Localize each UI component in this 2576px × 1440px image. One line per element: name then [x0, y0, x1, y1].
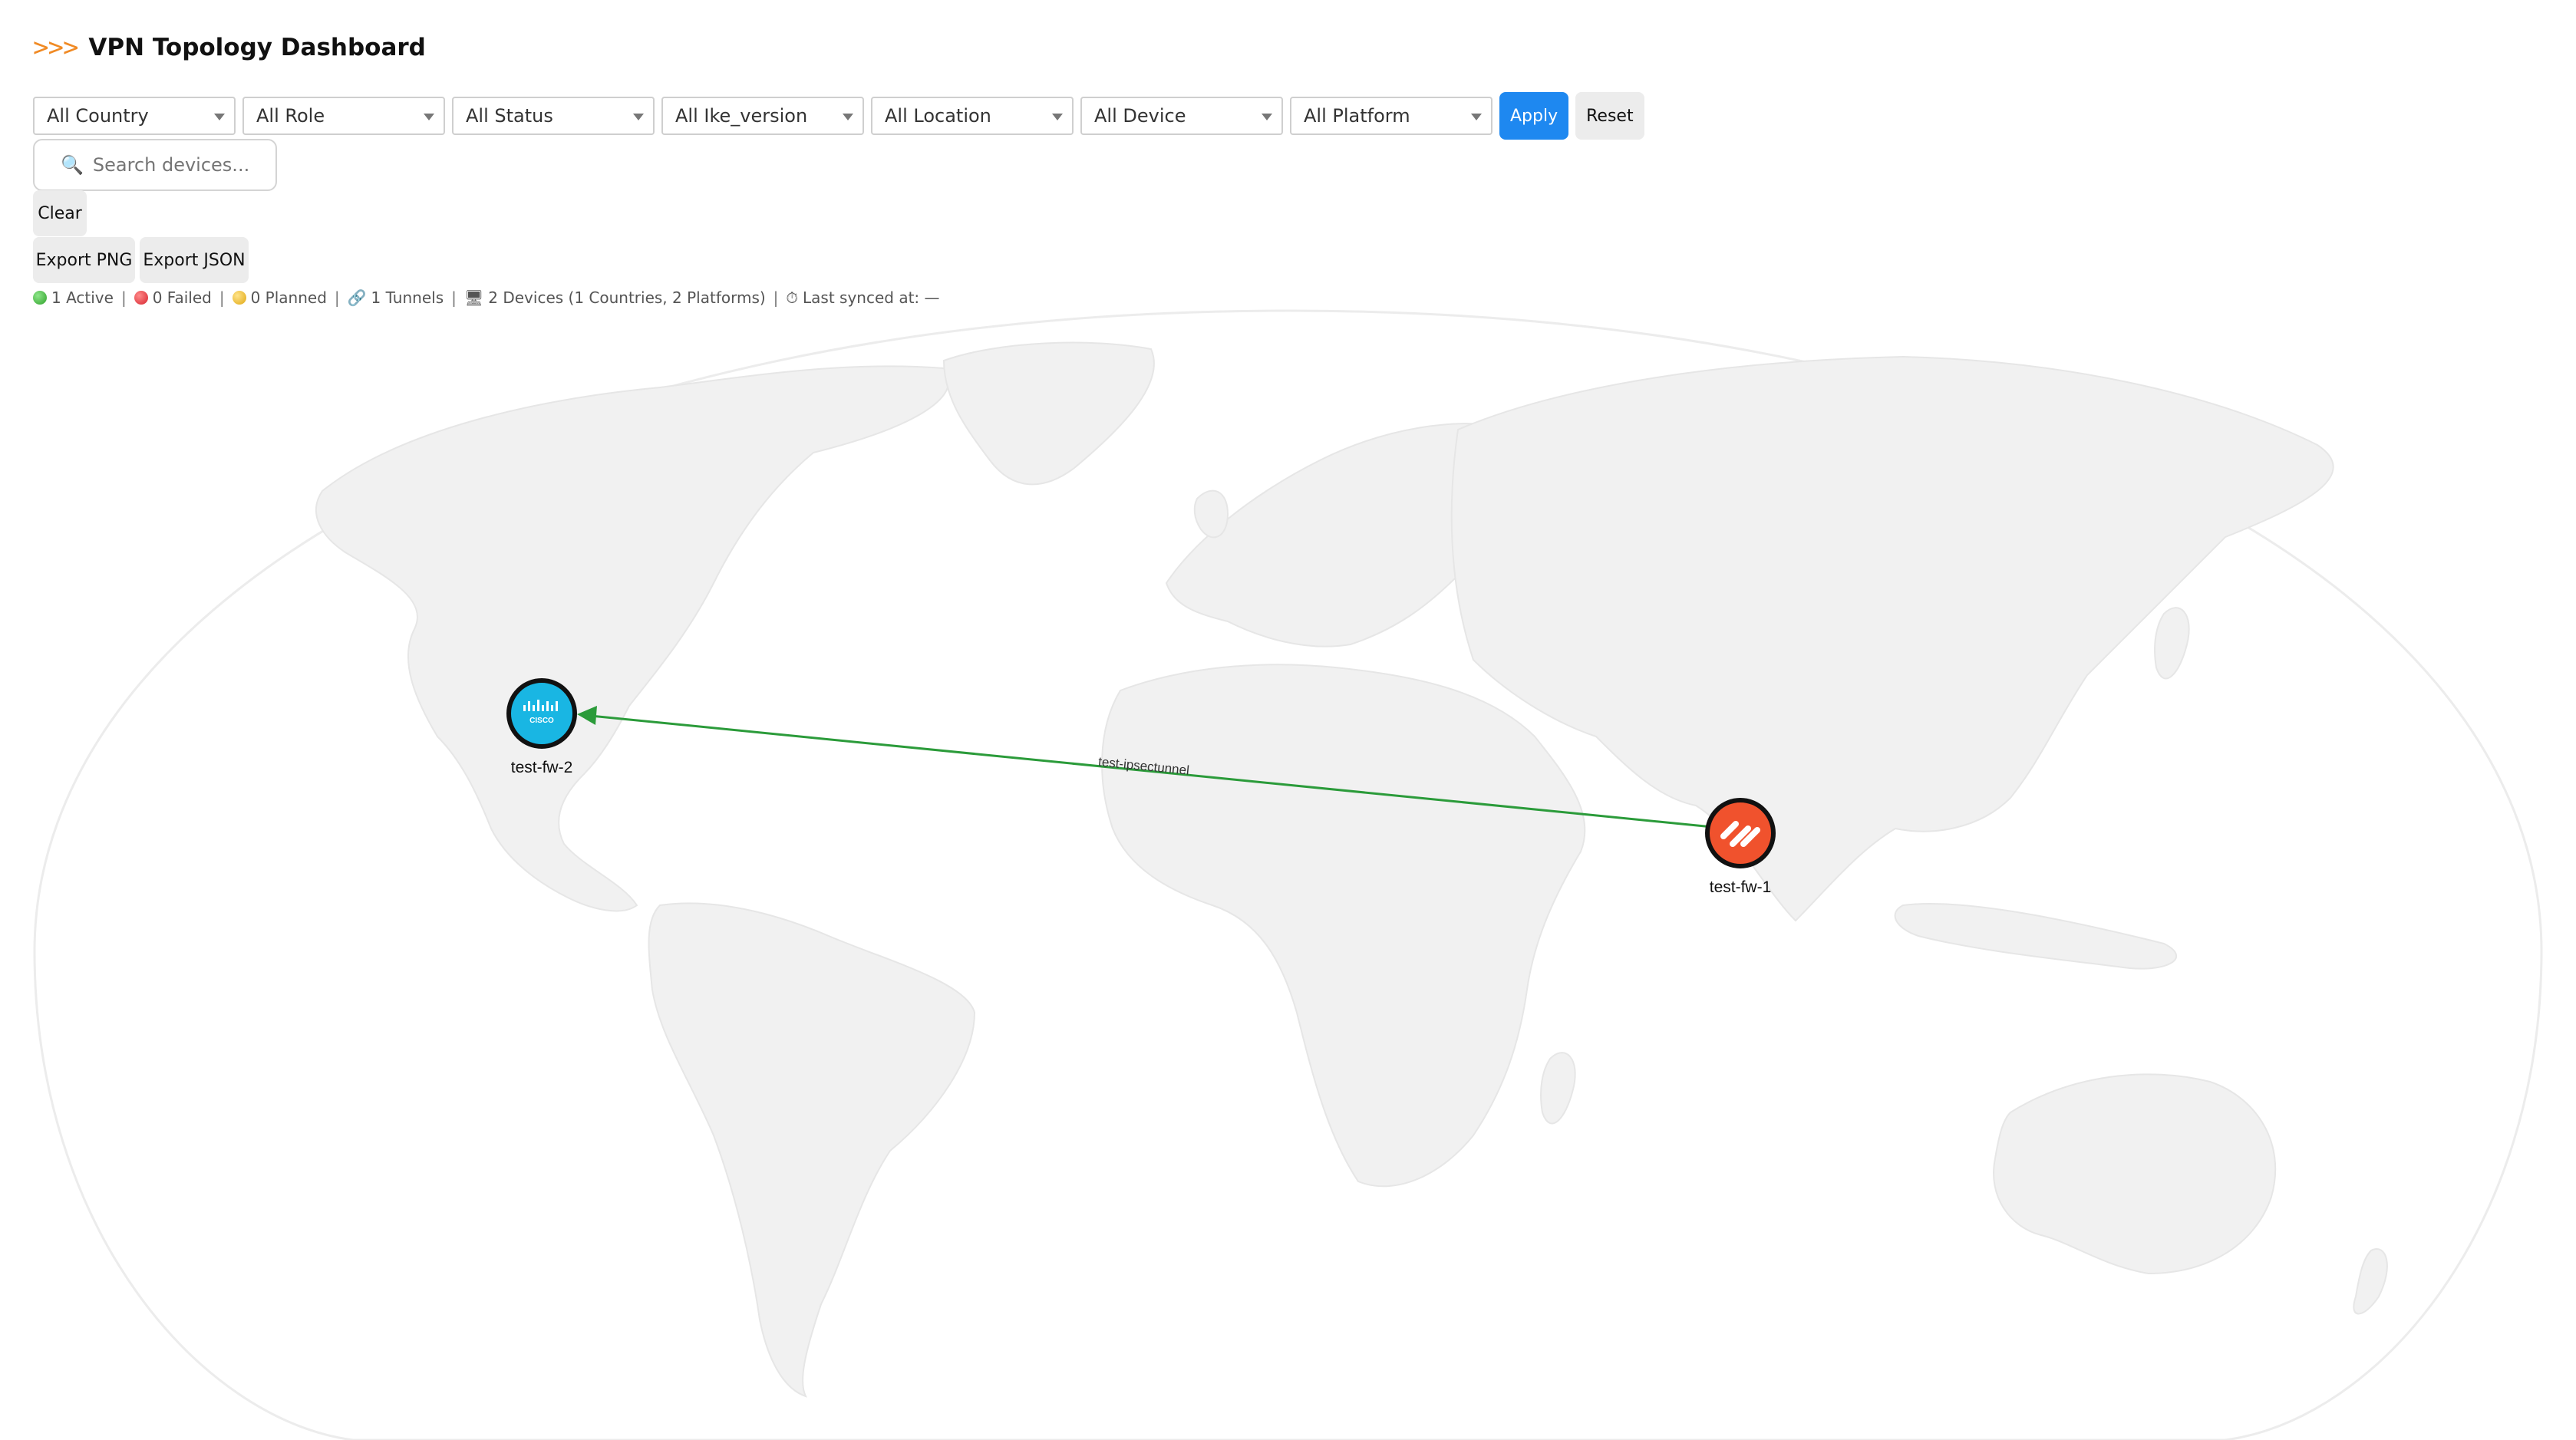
search-box[interactable]: 🔍 — [33, 139, 277, 191]
apply-button[interactable]: Apply — [1499, 92, 1569, 140]
select-label: All Ike_version — [675, 105, 808, 127]
select-label: All Status — [466, 105, 553, 127]
separator: | — [219, 288, 225, 307]
vpn-dashboard: >>> VPN Topology Dashboard All Country A… — [0, 0, 2576, 1440]
platform-filter-select[interactable]: All Platform — [1290, 97, 1492, 135]
select-label: All Location — [885, 105, 991, 127]
planned-status-icon — [232, 291, 246, 305]
country-filter-select[interactable]: All Country — [33, 97, 236, 135]
export-png-button[interactable]: Export PNG — [33, 237, 135, 283]
magnifier-icon: 🔍 — [61, 154, 84, 176]
chevron-down-icon — [1262, 114, 1272, 120]
status-bar: 1 Active | 0 Failed | 0 Planned | 🔗 1 Tu… — [33, 288, 940, 307]
select-label: All Role — [256, 105, 325, 127]
failed-status-icon — [134, 291, 148, 305]
chevrons-icon: >>> — [33, 32, 78, 63]
tunnel-count: 1 Tunnels — [371, 288, 444, 307]
topology-map[interactable]: test-ipsectunnel CISCO test-fw-2 test-fw… — [0, 307, 2576, 1440]
chevron-down-icon — [843, 114, 853, 120]
ike-version-filter-select[interactable]: All Ike_version — [661, 97, 864, 135]
active-count: 1 Active — [51, 288, 114, 307]
node-label: test-fw-2 — [511, 759, 573, 776]
cisco-logo-icon[interactable] — [506, 678, 577, 749]
device-node-test-fw-2[interactable]: CISCO test-fw-2 — [506, 678, 577, 776]
separator: | — [120, 288, 127, 307]
search-input[interactable] — [91, 153, 260, 176]
chevron-down-icon — [633, 114, 644, 120]
device-count: 2 Devices (1 Countries, 2 Platforms) — [488, 288, 766, 307]
failed-count: 0 Failed — [152, 288, 212, 307]
filter-bar: All Country All Role All Status All Ike_… — [33, 92, 1644, 140]
select-label: All Platform — [1304, 105, 1410, 127]
link-icon: 🔗 — [347, 288, 367, 307]
reset-button[interactable]: Reset — [1575, 92, 1644, 140]
monitor-icon: 🖥 — [463, 288, 484, 307]
location-filter-select[interactable]: All Location — [871, 97, 1074, 135]
chevron-down-icon — [1052, 114, 1063, 120]
active-status-icon — [33, 291, 47, 305]
separator: | — [451, 288, 457, 307]
header: >>> VPN Topology Dashboard — [33, 32, 426, 63]
chevron-down-icon — [214, 114, 225, 120]
planned-count: 0 Planned — [250, 288, 327, 307]
stopwatch-icon: ⏱ — [786, 288, 799, 307]
page-title: VPN Topology Dashboard — [88, 34, 426, 61]
export-json-button[interactable]: Export JSON — [140, 237, 249, 283]
status-filter-select[interactable]: All Status — [452, 97, 655, 135]
node-label: test-fw-1 — [1710, 878, 1772, 896]
separator: | — [334, 288, 340, 307]
clear-button[interactable]: Clear — [33, 190, 87, 236]
device-node-test-fw-1[interactable]: test-fw-1 — [1705, 798, 1776, 896]
device-filter-select[interactable]: All Device — [1080, 97, 1283, 135]
chevron-down-icon — [424, 114, 434, 120]
select-label: All Device — [1094, 105, 1186, 127]
role-filter-select[interactable]: All Role — [242, 97, 445, 135]
chevron-down-icon — [1471, 114, 1482, 120]
last-synced: Last synced at: — — [803, 288, 940, 307]
cisco-wordmark: CISCO — [529, 717, 554, 725]
separator: | — [773, 288, 779, 307]
select-label: All Country — [47, 105, 149, 127]
